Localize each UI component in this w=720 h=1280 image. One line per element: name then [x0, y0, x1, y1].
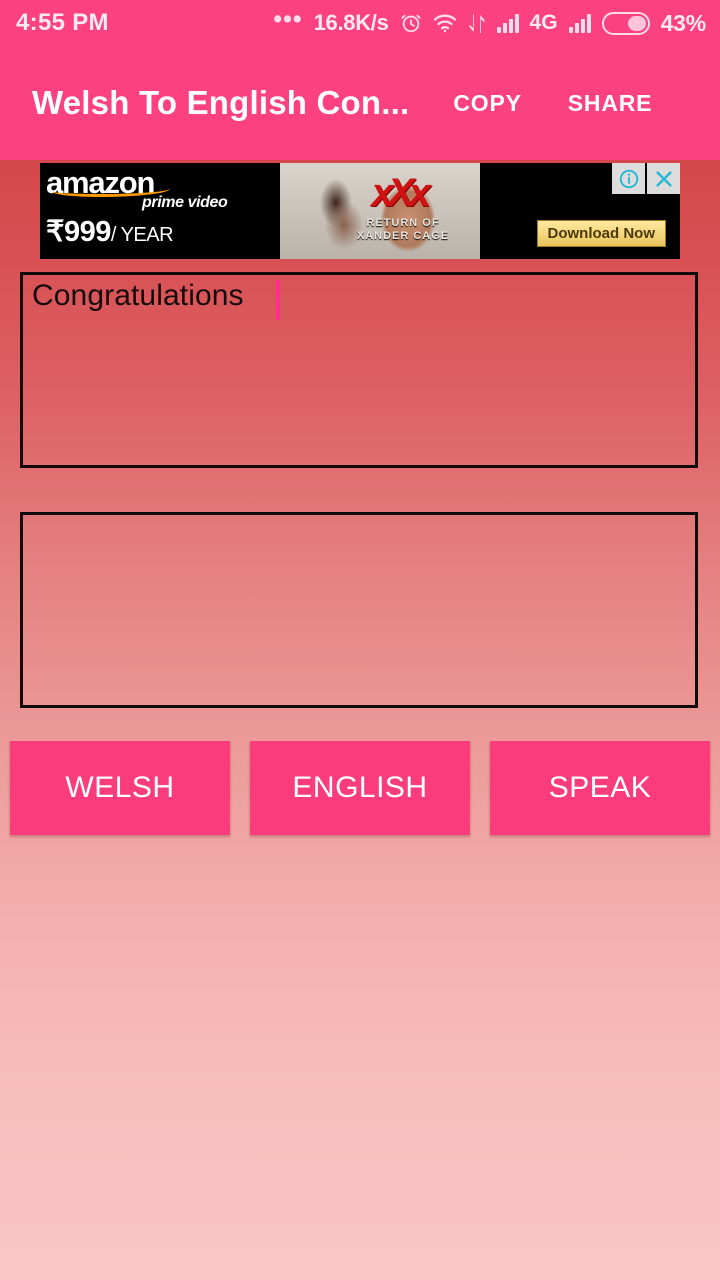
battery-icon [601, 11, 650, 35]
share-button[interactable]: SHARE [568, 90, 653, 117]
page-title: Welsh To English Con... [32, 84, 410, 121]
translated-text-output[interactable] [20, 512, 698, 708]
signal-bars-icon [496, 13, 519, 33]
ad-movie-subtitle: RETURN OF XANDER CAGE [356, 217, 450, 242]
status-bar: 4:55 PM ••• 16.8K/s 4G 43% [0, 0, 720, 46]
source-language-button[interactable]: WELSH [10, 741, 230, 835]
data-transfer-icon [468, 13, 486, 34]
source-text-input[interactable] [20, 272, 698, 468]
amazon-logo: amazon [46, 165, 171, 200]
network-speed-label: 16.8K/s [313, 10, 389, 35]
speak-button[interactable]: SPEAK [490, 741, 710, 835]
ad-download-button[interactable]: Download Now [536, 220, 666, 247]
ad-price-amount: ₹999 [46, 216, 111, 248]
ad-brand-panel: amazon prime video ₹999/ YEAR [40, 163, 290, 259]
app-screen: 4:55 PM ••• 16.8K/s 4G 43% Welsh To Engl… [0, 0, 720, 1280]
network-type-label: 4G [529, 11, 558, 34]
ad-movie-logo: xXx [371, 171, 430, 215]
ad-banner[interactable]: amazon prime video ₹999/ YEAR xXx RETURN… [40, 163, 680, 259]
action-button-row: WELSH ENGLISH SPEAK [0, 741, 720, 837]
ad-price: ₹999/ YEAR [46, 214, 290, 249]
app-bar: Welsh To English Con... COPY SHARE [0, 46, 720, 160]
alarm-clock-icon [400, 12, 422, 34]
target-language-button[interactable]: ENGLISH [250, 741, 470, 835]
ad-close-icon[interactable] [647, 163, 680, 194]
signal-bars-icon-2 [568, 13, 591, 33]
adchoices-info-icon[interactable] [612, 163, 645, 194]
copy-button[interactable]: COPY [453, 90, 521, 117]
status-overflow-dots-icon: ••• [273, 4, 303, 33]
status-bar-icons: ••• 16.8K/s 4G 43% [273, 4, 707, 37]
wifi-icon [433, 13, 457, 33]
ad-brand-tagline: prime video [142, 194, 228, 211]
status-clock: 4:55 PM [16, 9, 109, 36]
ad-price-period: / YEAR [110, 224, 174, 246]
ad-choices-controls [612, 163, 680, 194]
battery-percent-label: 43% [660, 9, 707, 36]
